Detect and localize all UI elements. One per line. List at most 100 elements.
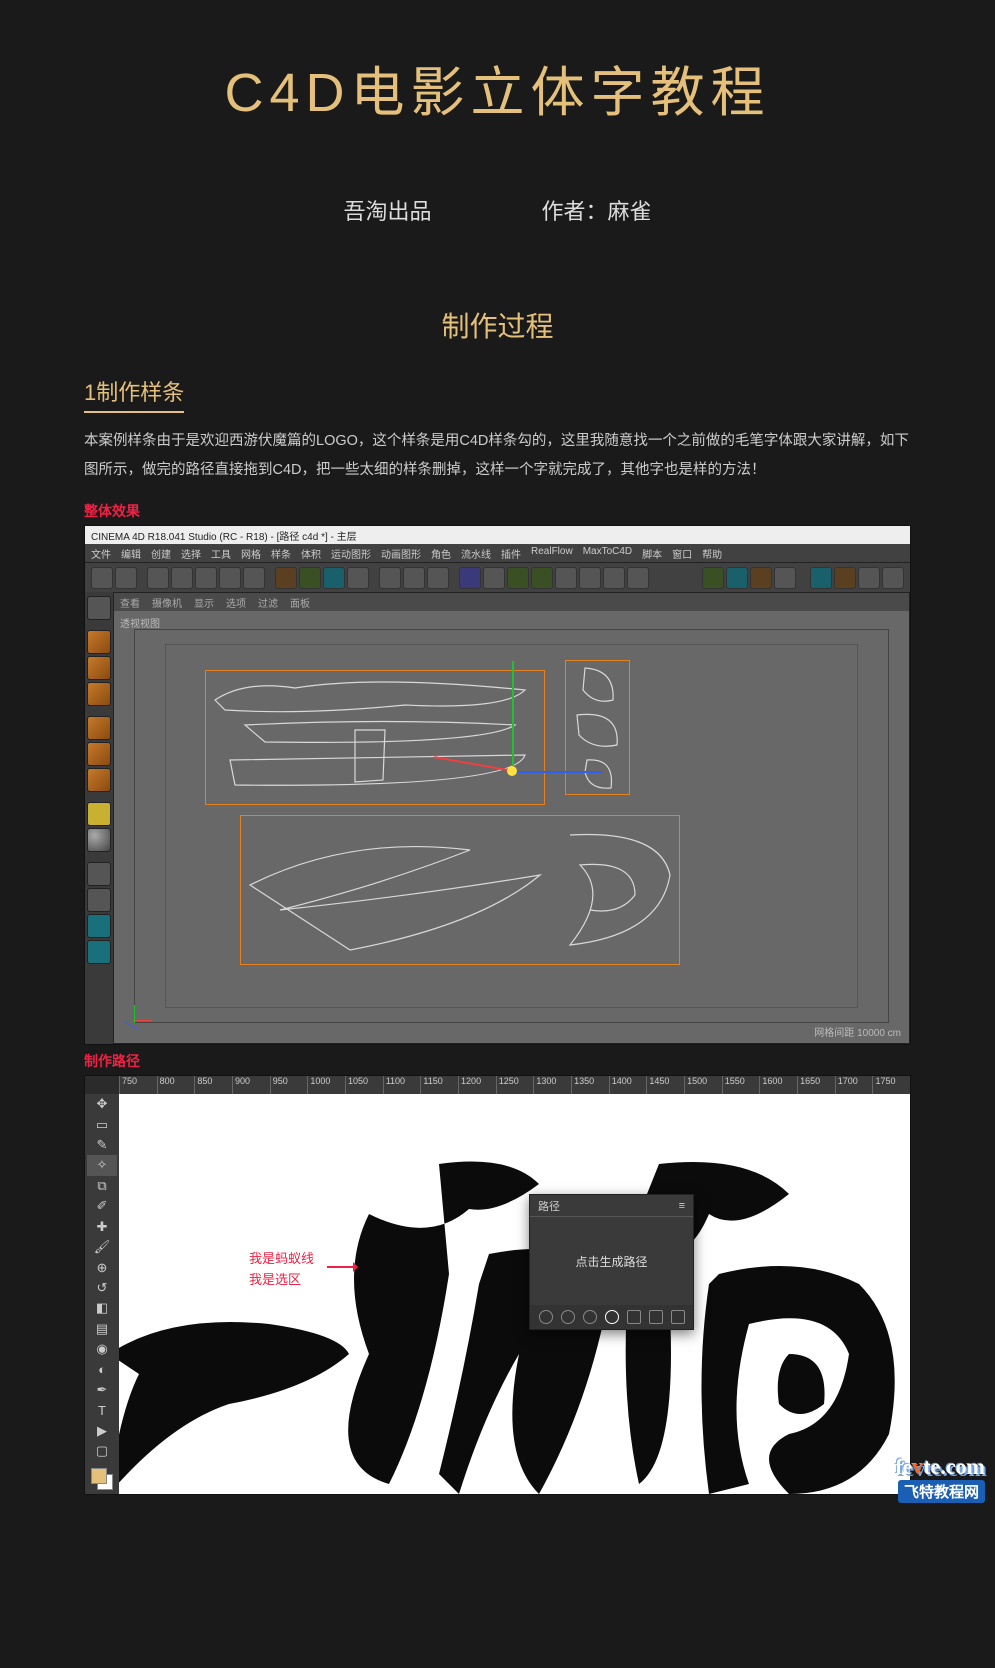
- layout-icon[interactable]: [774, 567, 796, 589]
- move-tool-icon[interactable]: ✥: [87, 1094, 117, 1114]
- make-workpath-icon[interactable]: [605, 1310, 619, 1324]
- workplane-icon[interactable]: [87, 682, 111, 706]
- magic-wand-tool-icon[interactable]: ✧: [87, 1155, 117, 1175]
- light-icon[interactable]: [627, 567, 649, 589]
- edge-mode-icon[interactable]: [87, 742, 111, 766]
- menu-item[interactable]: 编辑: [121, 546, 141, 560]
- panel-icon[interactable]: [810, 567, 832, 589]
- layout-icon[interactable]: [750, 567, 772, 589]
- mask-icon[interactable]: [627, 1310, 641, 1324]
- menu-item[interactable]: 角色: [431, 546, 451, 560]
- panel-icon[interactable]: [858, 567, 880, 589]
- menu-item[interactable]: 创建: [151, 546, 171, 560]
- vp-tab[interactable]: 显示: [194, 595, 214, 609]
- model-mode-icon[interactable]: [87, 630, 111, 654]
- poly-mode-icon[interactable]: [87, 768, 111, 792]
- history-brush-icon[interactable]: ↺: [87, 1278, 117, 1298]
- camera-icon[interactable]: [603, 567, 625, 589]
- vp-tab[interactable]: 过滤: [258, 595, 278, 609]
- menu-item[interactable]: 样条: [271, 546, 291, 560]
- menu-item[interactable]: 帮助: [702, 546, 722, 560]
- eyedropper-tool-icon[interactable]: ✐: [87, 1196, 117, 1216]
- vp-tab[interactable]: 查看: [120, 595, 140, 609]
- eraser-tool-icon[interactable]: ◧: [87, 1298, 117, 1318]
- panel-icon[interactable]: [882, 567, 904, 589]
- menu-item[interactable]: 脚本: [642, 546, 662, 560]
- viewport-solo-icon[interactable]: [87, 828, 111, 852]
- nurbs-icon[interactable]: [507, 567, 529, 589]
- texture-mode-icon[interactable]: [87, 656, 111, 680]
- generator-icon[interactable]: [531, 567, 553, 589]
- make-editable-icon[interactable]: [87, 596, 111, 620]
- menu-item[interactable]: 动画图形: [381, 546, 421, 560]
- path-to-selection-icon[interactable]: [583, 1310, 597, 1324]
- cube-primitive-icon[interactable]: [459, 567, 481, 589]
- gradient-tool-icon[interactable]: ▤: [87, 1319, 117, 1339]
- panel-menu-icon[interactable]: ≡: [679, 1200, 685, 1212]
- snap-icon[interactable]: [87, 862, 111, 886]
- paths-panel[interactable]: 路径 ≡ 点击生成路径: [529, 1194, 694, 1330]
- menu-item[interactable]: 体积: [301, 546, 321, 560]
- menu-item[interactable]: 工具: [211, 546, 231, 560]
- menu-item[interactable]: 运动图形: [331, 546, 371, 560]
- undo-icon[interactable]: [91, 567, 113, 589]
- y-axis-lock-icon[interactable]: [299, 567, 321, 589]
- menu-item[interactable]: 选择: [181, 546, 201, 560]
- rotate-tool-icon[interactable]: [219, 567, 241, 589]
- recent-tool-icon[interactable]: [243, 567, 265, 589]
- environment-icon[interactable]: [579, 567, 601, 589]
- locked-workplane-icon[interactable]: [87, 914, 111, 938]
- menu-item[interactable]: 窗口: [672, 546, 692, 560]
- spline-char-2: [240, 815, 680, 965]
- delete-path-icon[interactable]: [671, 1310, 685, 1324]
- menu-item[interactable]: MaxToC4D: [583, 546, 632, 560]
- menu-item[interactable]: 网格: [241, 546, 261, 560]
- page-title: C4D电影立体字教程: [224, 48, 770, 127]
- crop-tool-icon[interactable]: ⧉: [87, 1176, 117, 1196]
- layout-icon[interactable]: [726, 567, 748, 589]
- workplane-snap-icon[interactable]: [87, 888, 111, 912]
- healing-tool-icon[interactable]: ✚: [87, 1217, 117, 1237]
- z-axis-lock-icon[interactable]: [323, 567, 345, 589]
- vp-tab[interactable]: 面板: [290, 595, 310, 609]
- redo-icon[interactable]: [115, 567, 137, 589]
- layout-icon[interactable]: [702, 567, 724, 589]
- blur-tool-icon[interactable]: ◉: [87, 1339, 117, 1359]
- deformer-icon[interactable]: [555, 567, 577, 589]
- brush-tool-icon[interactable]: 🖌: [87, 1237, 117, 1257]
- enable-axis-icon[interactable]: [87, 802, 111, 826]
- color-swatch-icon[interactable]: [91, 1468, 113, 1488]
- type-tool-icon[interactable]: T: [87, 1400, 117, 1420]
- vp-tab[interactable]: 摄像机: [152, 595, 182, 609]
- render-queue-icon[interactable]: [427, 567, 449, 589]
- pen-tool-icon[interactable]: ✒: [87, 1380, 117, 1400]
- menu-item[interactable]: 文件: [91, 546, 111, 560]
- marquee-tool-icon[interactable]: ▭: [87, 1114, 117, 1134]
- render-view-icon[interactable]: [379, 567, 401, 589]
- dodge-tool-icon[interactable]: ◐: [87, 1359, 117, 1379]
- c4d-viewport[interactable]: 查看 摄像机 显示 选项 过滤 面板 透视视图: [113, 592, 910, 1044]
- menu-item[interactable]: RealFlow: [531, 546, 573, 560]
- shape-tool-icon[interactable]: ▢: [87, 1441, 117, 1461]
- path-select-icon[interactable]: ▶: [87, 1421, 117, 1441]
- fill-path-icon[interactable]: [539, 1310, 553, 1324]
- scale-tool-icon[interactable]: [195, 567, 217, 589]
- x-axis-lock-icon[interactable]: [275, 567, 297, 589]
- new-path-icon[interactable]: [649, 1310, 663, 1324]
- select-tool-icon[interactable]: [147, 567, 169, 589]
- stamp-tool-icon[interactable]: ⊕: [87, 1257, 117, 1277]
- stroke-path-icon[interactable]: [561, 1310, 575, 1324]
- move-tool-icon[interactable]: [171, 567, 193, 589]
- coord-system-icon[interactable]: [347, 567, 369, 589]
- spline-pen-icon[interactable]: [483, 567, 505, 589]
- menu-item[interactable]: 流水线: [461, 546, 491, 560]
- ps-canvas[interactable]: 我是蚂蚁线 我是选区 路径 ≡ 点击生成路径: [119, 1094, 910, 1494]
- lasso-tool-icon[interactable]: ✎: [87, 1135, 117, 1155]
- point-mode-icon[interactable]: [87, 716, 111, 740]
- panel-icon[interactable]: [834, 567, 856, 589]
- planar-workplane-icon[interactable]: [87, 940, 111, 964]
- menu-item[interactable]: 插件: [501, 546, 521, 560]
- vp-tab[interactable]: 选项: [226, 595, 246, 609]
- panel-body-hint[interactable]: 点击生成路径: [530, 1217, 693, 1305]
- render-settings-icon[interactable]: [403, 567, 425, 589]
